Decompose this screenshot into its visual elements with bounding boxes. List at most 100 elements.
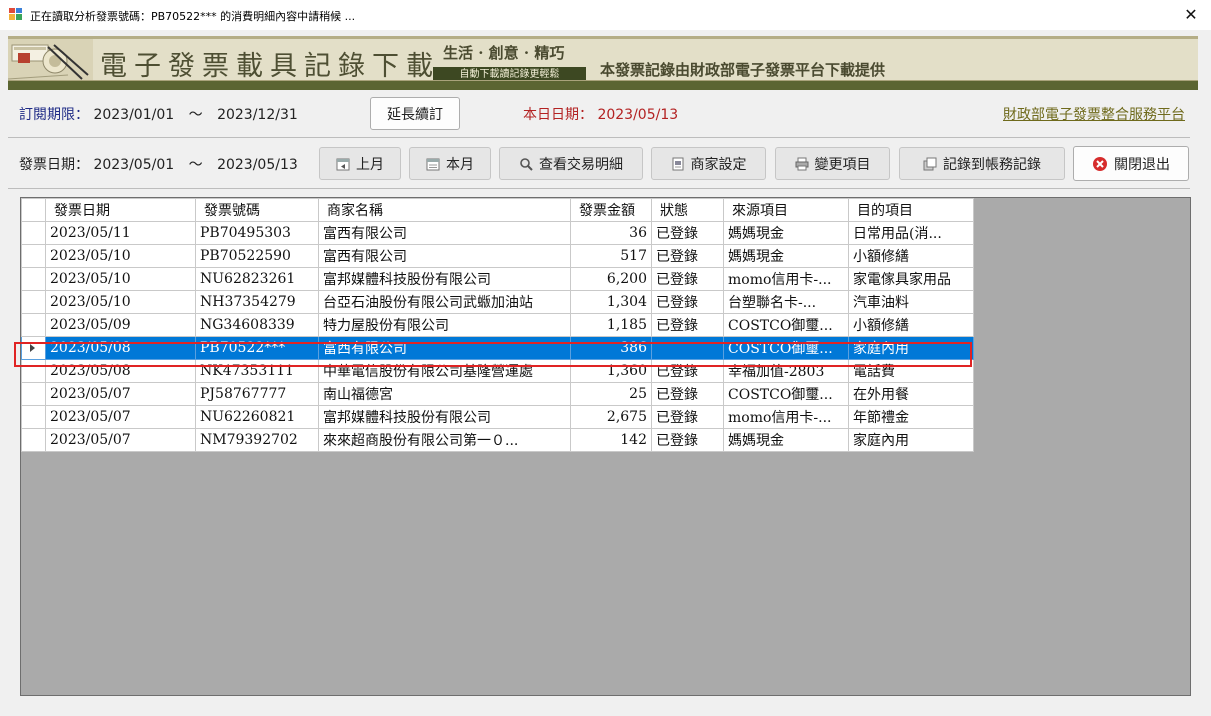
source-item-cell[interactable]: COSTCO御璽... (723, 382, 849, 406)
merchant-name-cell[interactable]: 富西有限公司 (318, 336, 571, 360)
row-header[interactable] (21, 336, 46, 360)
invoice-number-cell[interactable]: NU62823261 (195, 267, 319, 291)
amount-cell[interactable]: 1,360 (570, 359, 652, 383)
invoice-number-cell[interactable]: NK47353111 (195, 359, 319, 383)
column-header-invoice-date[interactable]: 發票日期 (45, 198, 196, 222)
record-to-accounts-button[interactable]: 記錄到帳務記錄 (899, 147, 1065, 180)
invoice-date-cell[interactable]: 2023/05/11 (45, 221, 196, 245)
amount-cell[interactable]: 36 (570, 221, 652, 245)
table-row[interactable]: 2023/05/07 NM79392702 來來超商股份有限公司第一０... 142 已… (21, 428, 974, 452)
table-row[interactable]: 2023/05/10 PB70522590 富西有限公司 517 已登錄 媽媽現金 小額修繕 (21, 244, 974, 268)
table-row[interactable]: 2023/05/11 PB70495303 富西有限公司 36 已登錄 媽媽現金 日常用品(… (21, 221, 974, 245)
target-item-cell[interactable]: 小額修繕 (848, 244, 974, 268)
table-row[interactable]: 2023/05/10 NU62823261 富邦媒體科技股份有限公司 6,200 已登錄… (21, 267, 974, 291)
table-row[interactable]: 2023/05/10 NH37354279 台亞石油股份有限公司武蝂加油站 1,304… (21, 290, 974, 314)
row-header[interactable] (21, 382, 46, 406)
status-cell[interactable]: 已登錄 (651, 428, 724, 452)
invoice-number-cell[interactable]: NU62260821 (195, 405, 319, 429)
amount-cell[interactable]: 1,185 (570, 313, 652, 337)
merchant-name-cell[interactable]: 富西有限公司 (318, 221, 571, 245)
source-item-cell[interactable]: COSTCO御璽... (723, 336, 849, 360)
column-header-merchant-name[interactable]: 商家名稱 (318, 198, 571, 222)
amount-cell[interactable]: 517 (570, 244, 652, 268)
column-header-invoice-number[interactable]: 發票號碼 (195, 198, 319, 222)
invoice-date-cell[interactable]: 2023/05/08 (45, 336, 196, 360)
source-item-cell[interactable]: 媽媽現金 (723, 428, 849, 452)
status-cell[interactable]: 已登錄 (651, 290, 724, 314)
change-item-button[interactable]: 變更項目 (775, 147, 890, 180)
invoice-grid[interactable]: 發票日期 發票號碼 商家名稱 發票金額 狀態 來源項目 目的項目 2023/05… (20, 197, 1191, 696)
target-item-cell[interactable]: 家庭內用 (848, 336, 974, 360)
status-cell[interactable]: 已登錄 (651, 267, 724, 291)
merchant-name-cell[interactable]: 富邦媒體科技股份有限公司 (318, 405, 571, 429)
merchant-name-cell[interactable]: 富邦媒體科技股份有限公司 (318, 267, 571, 291)
invoice-number-cell[interactable]: PB70522*** (195, 336, 319, 360)
column-header-source-item[interactable]: 來源項目 (723, 198, 849, 222)
status-cell[interactable] (651, 336, 724, 360)
this-month-button[interactable]: 本月 (409, 147, 491, 180)
row-header[interactable] (21, 359, 46, 383)
invoice-date-cell[interactable]: 2023/05/07 (45, 382, 196, 406)
column-header-amount[interactable]: 發票金額 (570, 198, 652, 222)
amount-cell[interactable]: 1,304 (570, 290, 652, 314)
table-row[interactable]: 2023/05/08 NK47353111 中華電信股份有限公司基隆營運處 1,360… (21, 359, 974, 383)
merchant-name-cell[interactable]: 中華電信股份有限公司基隆營運處 (318, 359, 571, 383)
source-item-cell[interactable]: 台塑聯名卡-... (723, 290, 849, 314)
source-item-cell[interactable]: momo信用卡-... (723, 267, 849, 291)
status-cell[interactable]: 已登錄 (651, 244, 724, 268)
merchant-settings-button[interactable]: 商家設定 (651, 147, 766, 180)
source-item-cell[interactable]: COSTCO御璽... (723, 313, 849, 337)
merchant-name-cell[interactable]: 來來超商股份有限公司第一０... (318, 428, 571, 452)
merchant-name-cell[interactable]: 富西有限公司 (318, 244, 571, 268)
invoice-date-cell[interactable]: 2023/05/10 (45, 267, 196, 291)
table-row[interactable]: 2023/05/09 NG34608339 特力屋股份有限公司 1,185 已登錄 COS… (21, 313, 974, 337)
table-row[interactable]: 2023/05/07 PJ58767777 南山福德宮 25 已登錄 COSTCO御璽..… (21, 382, 974, 406)
row-header[interactable] (21, 313, 46, 337)
row-header[interactable] (21, 267, 46, 291)
window-close-button[interactable]: ✕ (1171, 0, 1211, 30)
source-item-cell[interactable]: 幸福加值-2803 (723, 359, 849, 383)
portal-link[interactable]: 財政部電子發票整合服務平台 (1003, 104, 1185, 124)
invoice-date-cell[interactable]: 2023/05/07 (45, 428, 196, 452)
amount-cell[interactable]: 142 (570, 428, 652, 452)
close-exit-button[interactable]: 關閉退出 (1073, 146, 1189, 181)
table-row[interactable]: 2023/05/07 NU62260821 富邦媒體科技股份有限公司 2,675 已登錄… (21, 405, 974, 429)
invoice-number-cell[interactable]: PB70522590 (195, 244, 319, 268)
view-details-button[interactable]: 查看交易明細 (499, 147, 643, 180)
invoice-number-cell[interactable]: PJ58767777 (195, 382, 319, 406)
invoice-date-cell[interactable]: 2023/05/10 (45, 290, 196, 314)
invoice-number-cell[interactable]: NM79392702 (195, 428, 319, 452)
invoice-number-cell[interactable]: PB70495303 (195, 221, 319, 245)
row-header[interactable] (21, 428, 46, 452)
target-item-cell[interactable]: 家庭內用 (848, 428, 974, 452)
invoice-date-cell[interactable]: 2023/05/10 (45, 244, 196, 268)
extend-subscription-button[interactable]: 延長續訂 (370, 97, 460, 130)
target-item-cell[interactable]: 電話費 (848, 359, 974, 383)
row-header[interactable] (21, 405, 46, 429)
merchant-name-cell[interactable]: 特力屋股份有限公司 (318, 313, 571, 337)
row-header[interactable] (21, 244, 46, 268)
merchant-name-cell[interactable]: 台亞石油股份有限公司武蝂加油站 (318, 290, 571, 314)
invoice-number-cell[interactable]: NH37354279 (195, 290, 319, 314)
row-header[interactable] (21, 221, 46, 245)
target-item-cell[interactable]: 在外用餐 (848, 382, 974, 406)
amount-cell[interactable]: 2,675 (570, 405, 652, 429)
target-item-cell[interactable]: 家電傢具家用品 (848, 267, 974, 291)
status-cell[interactable]: 已登錄 (651, 382, 724, 406)
invoice-date-cell[interactable]: 2023/05/09 (45, 313, 196, 337)
row-header[interactable] (21, 290, 46, 314)
status-cell[interactable]: 已登錄 (651, 313, 724, 337)
amount-cell[interactable]: 6,200 (570, 267, 652, 291)
prev-month-button[interactable]: 上月 (319, 147, 401, 180)
invoice-date-cell[interactable]: 2023/05/07 (45, 405, 196, 429)
source-item-cell[interactable]: momo信用卡-... (723, 405, 849, 429)
invoice-date-start[interactable]: 2023/05/01 (93, 157, 174, 173)
status-cell[interactable]: 已登錄 (651, 359, 724, 383)
status-cell[interactable]: 已登錄 (651, 405, 724, 429)
invoice-date-cell[interactable]: 2023/05/08 (45, 359, 196, 383)
invoice-number-cell[interactable]: NG34608339 (195, 313, 319, 337)
column-header-status[interactable]: 狀態 (651, 198, 724, 222)
invoice-date-end[interactable]: 2023/05/13 (217, 157, 298, 173)
target-item-cell[interactable]: 小額修繕 (848, 313, 974, 337)
target-item-cell[interactable]: 日常用品(消... (848, 221, 974, 245)
